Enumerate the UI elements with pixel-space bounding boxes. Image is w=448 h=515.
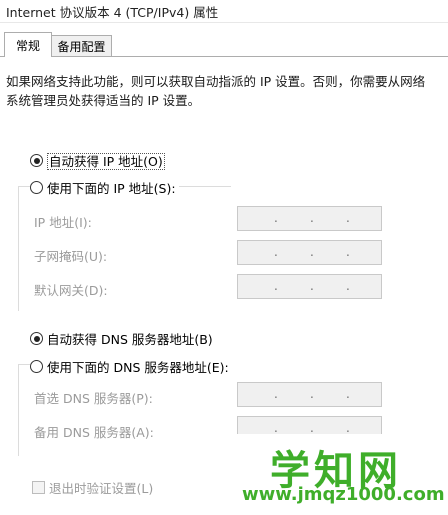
ip-address-label: IP 地址(I):: [34, 215, 92, 230]
radio-auto-dns[interactable]: 自动获得 DNS 服务器地址(B): [30, 329, 216, 348]
radio-manual-ip-label: 使用下面的 IP 地址(S):: [47, 181, 176, 196]
radio-auto-ip[interactable]: 自动获得 IP 地址(O): [30, 151, 168, 170]
validate-on-exit-label: 退出时验证设置(L): [49, 481, 154, 496]
ip-address-dot-1: .: [274, 211, 278, 225]
tab-general[interactable]: 常规: [4, 32, 52, 57]
radio-manual-dns-label: 使用下面的 DNS 服务器地址(E):: [47, 360, 229, 375]
radio-auto-ip-label: 自动获得 IP 地址(O): [47, 153, 165, 170]
subnet-mask-dot-2: .: [310, 245, 314, 259]
description-text: 如果网络支持此功能，则可以获取自动指派的 IP 设置。否则，你需要从网络系统管理…: [6, 74, 426, 108]
default-gateway-dot-1: .: [274, 279, 278, 293]
radio-manual-dns[interactable]: 使用下面的 DNS 服务器地址(E):: [30, 357, 232, 376]
default-gateway-label: 默认网关(D):: [34, 283, 108, 298]
radio-auto-dns-label: 自动获得 DNS 服务器地址(B): [47, 332, 213, 347]
dns-manual-group: [18, 364, 231, 456]
title-bar: Internet 协议版本 4 (TCP/IPv4) 属性: [0, 0, 448, 23]
default-gateway-input[interactable]: . . .: [237, 274, 382, 299]
radio-auto-dns-indicator[interactable]: [30, 332, 43, 345]
alternate-dns-dot-2: .: [310, 421, 314, 435]
subnet-mask-label: 子网掩码(U):: [34, 249, 108, 264]
radio-auto-ip-indicator[interactable]: [30, 154, 43, 167]
preferred-dns-dot-2: .: [310, 387, 314, 401]
alternate-dns-label: 备用 DNS 服务器(A):: [34, 425, 154, 440]
alternate-dns-dot-3: .: [346, 421, 350, 435]
subnet-mask-input[interactable]: . . .: [237, 240, 382, 265]
tab-alternate-config[interactable]: 备用配置: [51, 35, 112, 56]
subnet-mask-dot-3: .: [346, 245, 350, 259]
default-gateway-dot-3: .: [346, 279, 350, 293]
preferred-dns-dot-1: .: [274, 387, 278, 401]
ip-address-dot-3: .: [346, 211, 350, 225]
preferred-dns-label: 首选 DNS 服务器(P):: [34, 391, 153, 406]
radio-manual-ip[interactable]: 使用下面的 IP 地址(S):: [30, 178, 179, 197]
subnet-mask-dot-1: .: [274, 245, 278, 259]
ip-address-input[interactable]: . . .: [237, 206, 382, 231]
validate-on-exit-checkbox[interactable]: 退出时验证设置(L): [32, 478, 153, 497]
tab-strip: 常规 备用配置: [0, 32, 448, 57]
default-gateway-dot-2: .: [310, 279, 314, 293]
watermark: 学知网 www.jmqz1000.com: [230, 434, 448, 514]
radio-manual-ip-indicator[interactable]: [30, 181, 43, 194]
ip-address-dot-2: .: [310, 211, 314, 225]
radio-manual-dns-indicator[interactable]: [30, 360, 43, 373]
preferred-dns-dot-3: .: [346, 387, 350, 401]
alternate-dns-dot-1: .: [274, 421, 278, 435]
validate-on-exit-checkbox-box[interactable]: [32, 481, 45, 494]
watermark-url: www.jmqz1000.com: [242, 484, 445, 505]
preferred-dns-input[interactable]: . . .: [237, 382, 382, 407]
window-title: Internet 协议版本 4 (TCP/IPv4) 属性: [6, 5, 219, 20]
